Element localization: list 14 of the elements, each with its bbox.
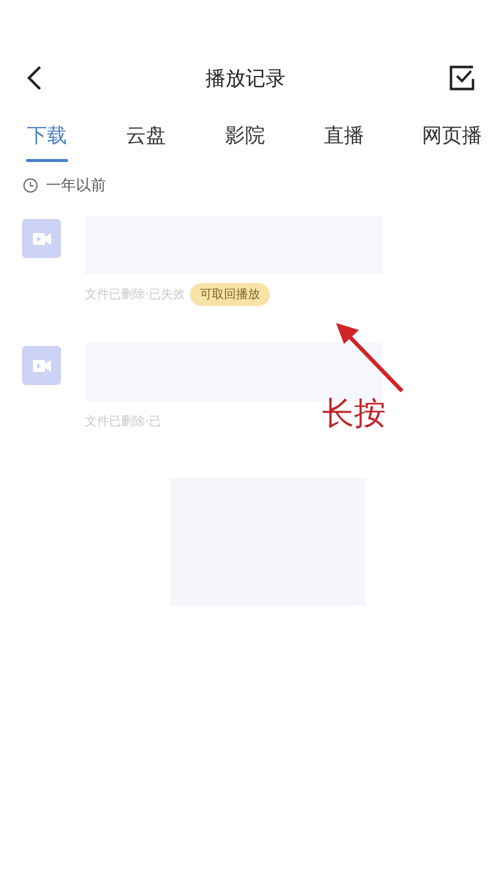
tab[interactable]: 网页播 bbox=[422, 122, 482, 162]
section-label: 一年以前 bbox=[46, 176, 106, 194]
select-checkbox-icon[interactable] bbox=[449, 65, 475, 91]
page-title: 播放记录 bbox=[206, 64, 286, 92]
tab[interactable]: 下载 bbox=[26, 122, 68, 162]
tab[interactable]: 影院 bbox=[224, 122, 266, 162]
back-icon[interactable] bbox=[26, 65, 42, 91]
tab[interactable]: 直播 bbox=[323, 122, 365, 162]
clock-icon bbox=[23, 178, 38, 192]
video-icon bbox=[22, 346, 61, 385]
annotation-text: 长按 bbox=[322, 393, 386, 434]
tab[interactable]: 云盘 bbox=[125, 122, 167, 162]
retrieve-badge[interactable]: 可取回播放 bbox=[190, 282, 270, 306]
video-icon bbox=[22, 219, 61, 258]
